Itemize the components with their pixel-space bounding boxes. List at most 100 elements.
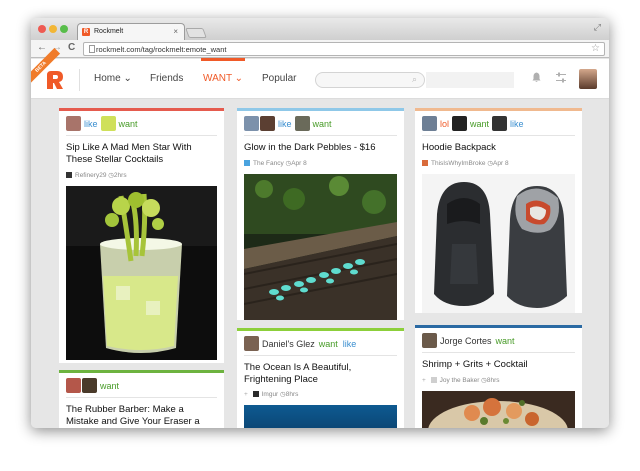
card-title[interactable]: The Rubber Barber: Make a Mistake and Gi… bbox=[66, 404, 217, 428]
source-name[interactable]: The Fancy bbox=[253, 160, 284, 167]
friend-avatar[interactable] bbox=[422, 116, 437, 132]
browser-toolbar: ← → C rockmelt.com/tag/rockmelt:emote_wa… bbox=[31, 40, 609, 58]
nav-home[interactable]: Home ⌄ bbox=[94, 73, 132, 84]
emote-want[interactable]: want bbox=[313, 119, 332, 129]
title-bar: R Rockmelt × ⤢ bbox=[31, 18, 609, 40]
card-accent-bar bbox=[415, 108, 582, 111]
emote-like[interactable]: like bbox=[84, 119, 98, 129]
rockmelt-logo-icon[interactable] bbox=[44, 69, 66, 91]
card-divider bbox=[244, 355, 397, 356]
emote-like[interactable]: like bbox=[343, 339, 357, 349]
card-age: 8hrs bbox=[285, 391, 299, 398]
source-name[interactable]: Joy the Baker bbox=[440, 377, 480, 384]
card-divider bbox=[66, 135, 217, 136]
tab-close-icon[interactable]: × bbox=[173, 27, 178, 36]
card-actions: want bbox=[66, 377, 122, 395]
friend-avatar[interactable] bbox=[66, 378, 81, 394]
settings-sliders-icon[interactable] bbox=[556, 72, 566, 83]
friend-avatar[interactable] bbox=[294, 116, 310, 132]
shrimp-grits-photo[interactable] bbox=[422, 391, 575, 428]
emote-lol[interactable]: lol bbox=[440, 119, 449, 129]
feed-card[interactable]: Jorge Cortes want Shrimp + Grits + Cockta… bbox=[415, 325, 582, 428]
feed-card[interactable]: like want Glow in the Dark Pebbles - $16 … bbox=[237, 108, 404, 320]
user-avatar[interactable] bbox=[579, 69, 597, 89]
backpack-photo[interactable] bbox=[422, 174, 575, 313]
search-input[interactable]: ⌕ bbox=[315, 72, 425, 88]
drink-photo[interactable] bbox=[66, 186, 217, 360]
card-title[interactable]: Shrimp + Grits + Cocktail bbox=[422, 359, 575, 371]
card-title[interactable]: Hoodie Backpack bbox=[422, 142, 575, 154]
card-age: 2hrs bbox=[113, 172, 127, 179]
feed: like want Sip Like A Mad Men Star With Th… bbox=[31, 100, 609, 428]
nav-friends[interactable]: Friends bbox=[150, 73, 183, 84]
card-title[interactable]: Sip Like A Mad Men Star With These Stell… bbox=[66, 142, 217, 166]
zoom-window-button[interactable] bbox=[60, 25, 68, 33]
friend-avatar[interactable] bbox=[82, 378, 97, 394]
friend-avatar[interactable] bbox=[66, 116, 81, 132]
card-source: The Fancy ◷Apr 8 bbox=[244, 159, 307, 167]
friend-name[interactable]: Daniel's Glez bbox=[262, 339, 315, 349]
card-divider bbox=[66, 397, 217, 398]
address-bar[interactable]: rockmelt.com/tag/rockmelt:emote_want ☆ bbox=[83, 42, 605, 56]
card-title[interactable]: The Ocean Is A Beautiful, Frightening Pl… bbox=[244, 362, 397, 386]
source-favicon-icon bbox=[252, 391, 259, 398]
friend-avatar[interactable] bbox=[492, 116, 508, 132]
card-age: Apr 8 bbox=[291, 160, 307, 167]
feed-card[interactable]: like want Sip Like A Mad Men Star With Th… bbox=[59, 108, 224, 363]
card-divider bbox=[422, 135, 575, 136]
friend-avatar[interactable] bbox=[244, 116, 259, 132]
card-title[interactable]: Glow in the Dark Pebbles - $16 bbox=[244, 142, 397, 154]
card-source: Refinery29 ◷2hrs bbox=[66, 171, 127, 179]
emote-like[interactable]: like bbox=[278, 119, 292, 129]
bell-icon[interactable] bbox=[532, 72, 541, 83]
card-accent-bar bbox=[59, 108, 224, 111]
pebbles-photo[interactable] bbox=[244, 174, 397, 320]
card-age: Apr 8 bbox=[493, 160, 509, 167]
friend-avatar[interactable] bbox=[244, 336, 259, 352]
friend-avatar[interactable] bbox=[452, 116, 468, 132]
nav-home-label: Home bbox=[94, 73, 121, 84]
friend-avatar[interactable] bbox=[260, 116, 275, 132]
minimize-window-button[interactable] bbox=[49, 25, 57, 33]
emote-like[interactable]: like bbox=[510, 119, 524, 129]
reload-icon[interactable]: C bbox=[68, 42, 75, 53]
nav-want[interactable]: WANT ⌄ bbox=[200, 58, 246, 84]
new-tab-button[interactable] bbox=[185, 28, 207, 38]
card-actions: like want bbox=[66, 115, 141, 133]
back-icon[interactable]: ← bbox=[37, 42, 47, 53]
source-name[interactable]: Imgur bbox=[262, 391, 279, 398]
browser-tab[interactable]: R Rockmelt × bbox=[77, 23, 185, 40]
nav-popular[interactable]: Popular bbox=[262, 73, 296, 84]
close-window-button[interactable] bbox=[38, 25, 46, 33]
feed-card[interactable]: want The Rubber Barber: Make a Mistake a… bbox=[59, 370, 224, 428]
emote-want[interactable]: want bbox=[470, 119, 489, 129]
friend-avatar[interactable] bbox=[422, 333, 437, 349]
emote-want[interactable]: want bbox=[119, 119, 138, 129]
ocean-photo[interactable] bbox=[244, 405, 397, 428]
friend-name[interactable]: Jorge Cortes bbox=[440, 336, 492, 346]
feed-card[interactable]: lol want like Hoodie Backpack ThisIsWhyImB… bbox=[415, 108, 582, 313]
chevron-down-icon: ⌄ bbox=[234, 73, 244, 84]
bookmark-star-icon[interactable]: ☆ bbox=[591, 43, 600, 54]
card-source: + Joy the Baker ◷8hrs bbox=[422, 376, 500, 384]
friend-avatar[interactable] bbox=[100, 116, 116, 132]
emote-want[interactable]: want bbox=[319, 339, 338, 349]
card-accent-bar bbox=[59, 370, 224, 373]
card-accent-bar bbox=[237, 108, 404, 111]
fullscreen-icon[interactable]: ⤢ bbox=[594, 22, 601, 33]
emote-want[interactable]: want bbox=[496, 336, 515, 346]
source-name[interactable]: Refinery29 bbox=[75, 172, 106, 179]
feed-card[interactable]: Daniel's Glez want like The Ocean Is A Bea… bbox=[237, 328, 404, 428]
browser-window: R Rockmelt × ⤢ ← → C rockmelt.com/tag/ro… bbox=[31, 18, 609, 428]
card-actions: Daniel's Glez want like bbox=[244, 335, 359, 353]
emote-want[interactable]: want bbox=[100, 381, 119, 391]
nav-want-label: WANT bbox=[203, 73, 232, 84]
card-divider bbox=[244, 135, 397, 136]
plus-icon[interactable]: + bbox=[244, 391, 248, 398]
plus-icon[interactable]: + bbox=[422, 377, 426, 384]
site-header: BETA Home ⌄ Friends WANT ⌄ Popular ⌕ bbox=[31, 47, 609, 99]
source-name[interactable]: ThisIsWhyImBroke bbox=[431, 160, 486, 167]
source-favicon-icon bbox=[422, 160, 428, 167]
search-icon: ⌕ bbox=[411, 74, 417, 84]
card-age: 8hrs bbox=[486, 377, 500, 384]
